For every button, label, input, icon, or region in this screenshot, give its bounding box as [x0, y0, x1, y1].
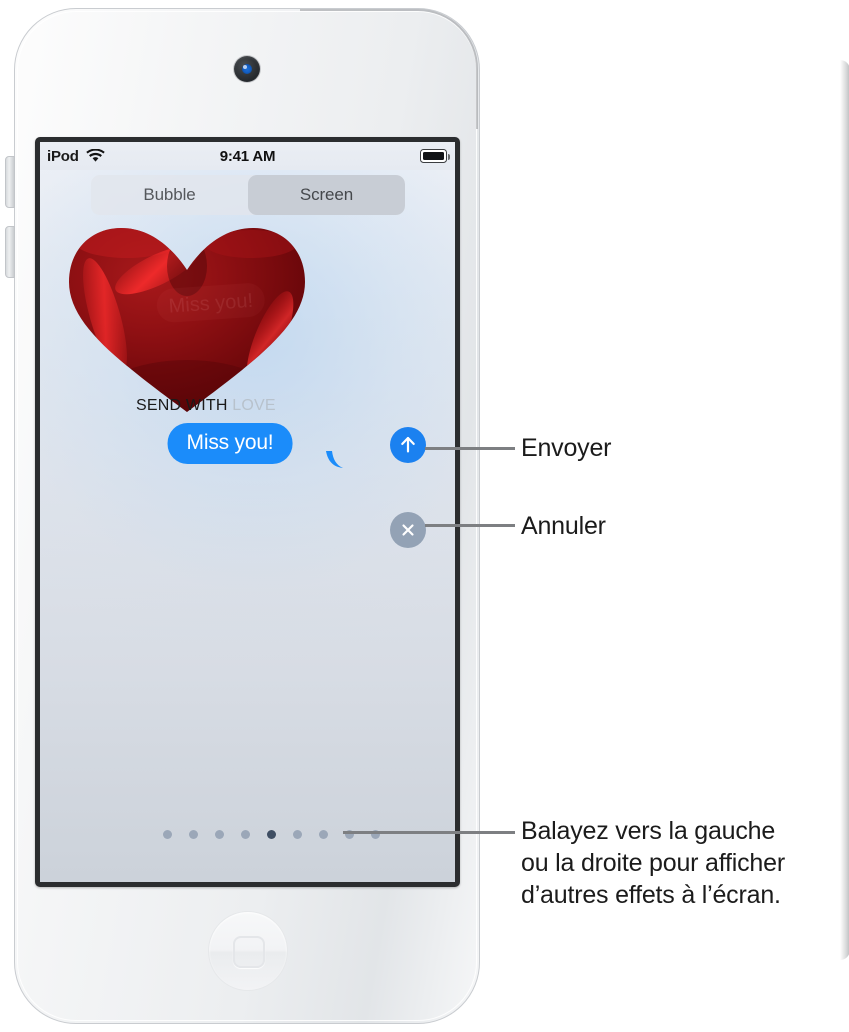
- status-bar-right: [420, 149, 450, 163]
- volume-up-button[interactable]: [5, 156, 15, 208]
- effect-caption-dark: SEND WITH: [136, 397, 233, 414]
- callout-leader-send: [425, 447, 515, 450]
- page-dot[interactable]: [163, 830, 172, 839]
- tab-bubble[interactable]: Bubble: [91, 175, 248, 215]
- message-bubble-tail: [326, 451, 344, 469]
- close-x-icon: [402, 524, 414, 536]
- home-button-icon: [233, 936, 265, 968]
- callout-leader-swipe: [343, 831, 515, 834]
- heart-effect-graphic: Miss you!: [65, 220, 310, 415]
- battery-full-icon: [420, 149, 450, 163]
- cancel-button[interactable]: [390, 512, 426, 548]
- page-dot[interactable]: [215, 830, 224, 839]
- callout-label-swipe: Balayez vers la gauche ou la droite pour…: [521, 817, 785, 909]
- arrow-up-icon: [401, 436, 415, 453]
- camera-glint: [243, 65, 247, 69]
- send-button[interactable]: [390, 427, 426, 463]
- callout-label-cancel: Annuler: [521, 512, 606, 540]
- callout-leader-cancel: [425, 524, 515, 527]
- volume-down-button[interactable]: [5, 226, 15, 278]
- status-bar: iPod 9:41 AM: [40, 142, 455, 170]
- tab-screen[interactable]: Screen: [248, 175, 405, 215]
- battery-fill: [422, 151, 444, 160]
- page-dot[interactable]: [241, 830, 250, 839]
- front-camera-icon: [234, 56, 260, 82]
- status-bar-time: 9:41 AM: [219, 147, 276, 165]
- page-dot[interactable]: [293, 830, 302, 839]
- device-right-rim: [840, 60, 849, 960]
- screenshot-root: iPod 9:41 AM Bubble Screen Miss you! SEN…: [0, 0, 849, 1032]
- effect-type-segmented-control[interactable]: Bubble Screen: [91, 175, 405, 215]
- message-bubble: Miss you!: [167, 423, 293, 464]
- page-dot[interactable]: [319, 830, 328, 839]
- page-dot[interactable]: [189, 830, 198, 839]
- red-heart-balloon-icon: Miss you!: [69, 228, 305, 412]
- home-button[interactable]: [208, 911, 288, 991]
- device-screen: iPod 9:41 AM Bubble Screen Miss you! SEN…: [40, 142, 455, 882]
- effect-caption-light: LOVE: [232, 397, 276, 414]
- page-dot-active[interactable]: [267, 830, 276, 839]
- effect-caption: SEND WITH LOVE: [136, 397, 276, 415]
- callout-label-send: Envoyer: [521, 434, 612, 462]
